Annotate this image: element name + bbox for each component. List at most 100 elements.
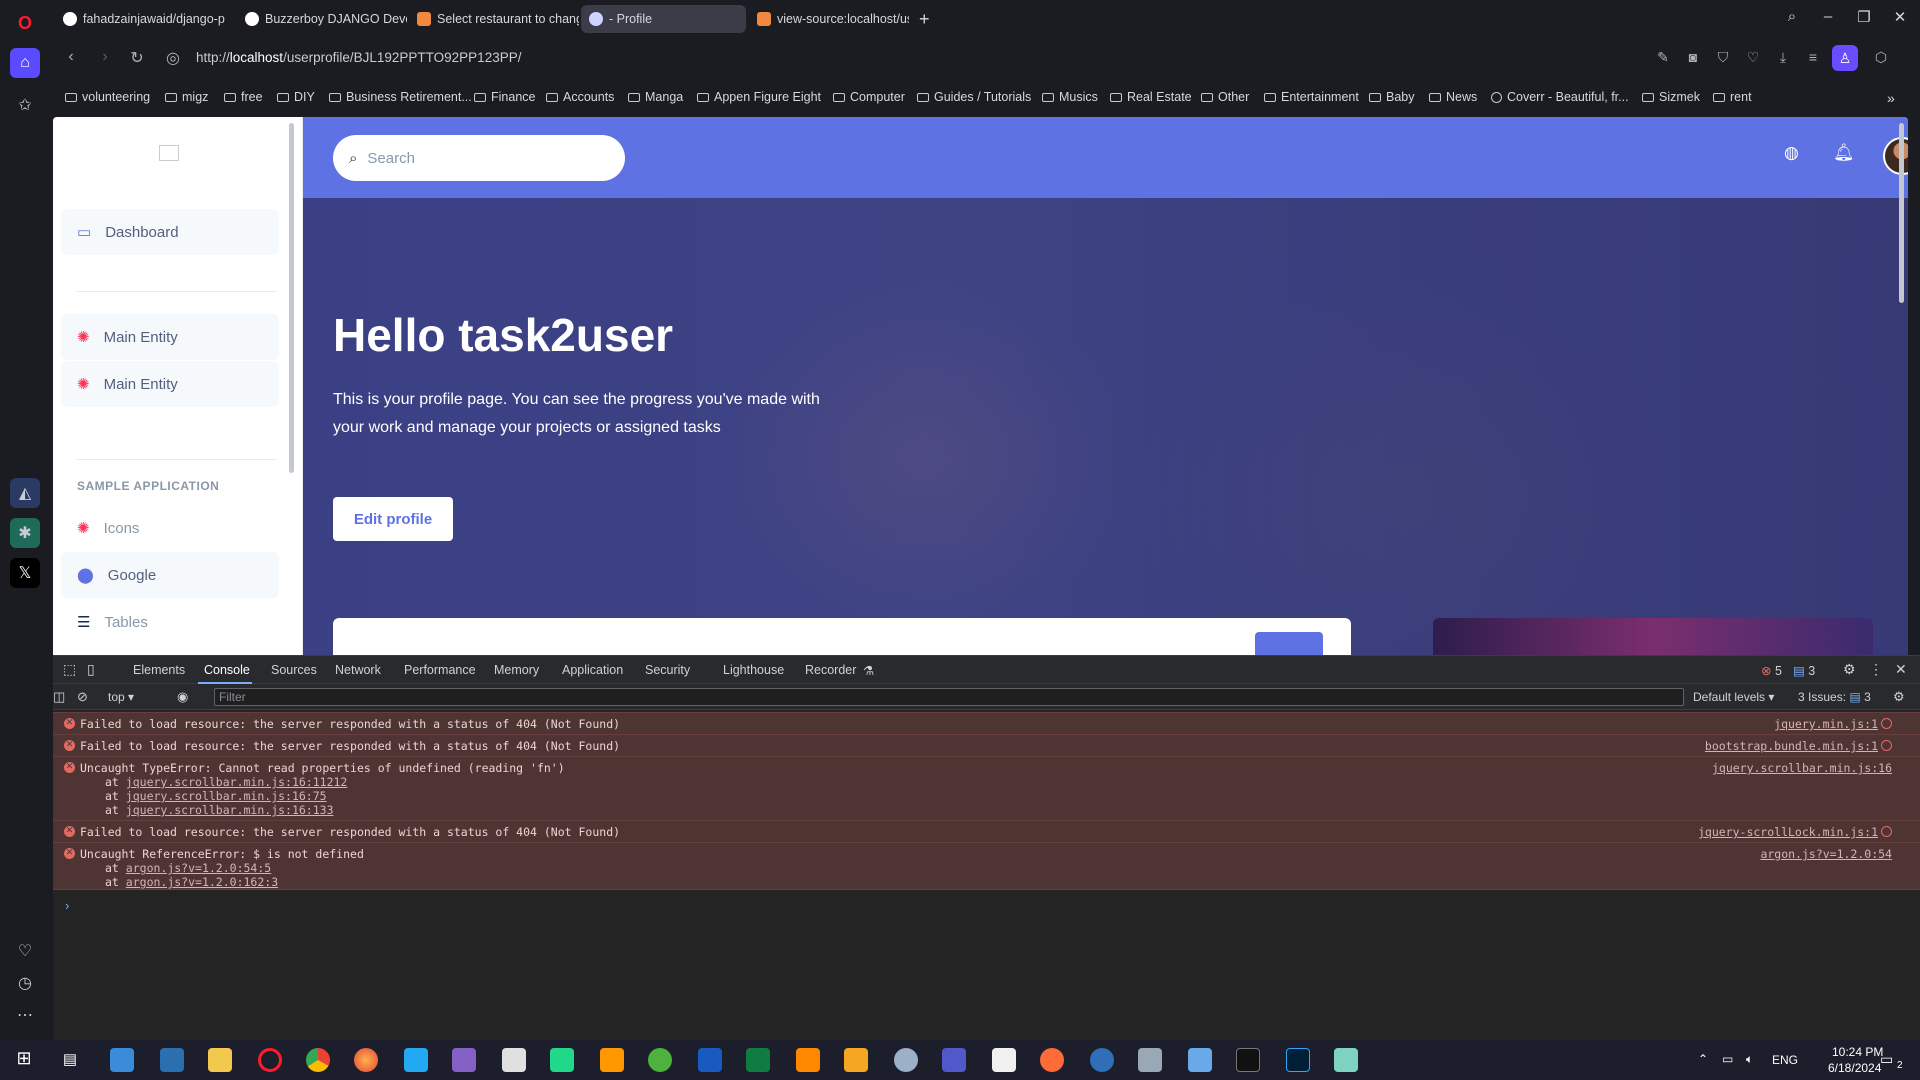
extensions-icon[interactable]: ⬡ xyxy=(1871,49,1891,66)
tab-application[interactable]: Application xyxy=(562,663,623,677)
clock-date[interactable]: 6/18/2024 xyxy=(1828,1061,1881,1075)
error-counter[interactable]: ⊗ 5 xyxy=(1761,663,1782,678)
log-levels-dropdown[interactable]: Default levels ▾ xyxy=(1693,690,1774,704)
bookmark-folder[interactable]: rent xyxy=(1713,90,1752,104)
bookmark-folder[interactable]: volunteering xyxy=(65,90,150,104)
bookmark-folder[interactable]: Guides / Tutorials xyxy=(917,90,1031,104)
page-scrollbar[interactable] xyxy=(1899,123,1904,303)
context-selector[interactable]: top ▾ xyxy=(108,690,134,704)
card-action-button[interactable] xyxy=(1255,632,1323,655)
chatgpt-icon[interactable]: ✱ xyxy=(10,518,40,548)
tab-memory[interactable]: Memory xyxy=(494,663,539,677)
word-icon[interactable] xyxy=(698,1048,722,1072)
globe-icon[interactable]: ◍ xyxy=(1784,143,1799,163)
network-icon[interactable] xyxy=(1881,740,1892,751)
firefox-icon[interactable] xyxy=(354,1048,378,1072)
stack-link[interactable]: jquery.scrollbar.min.js:16:75 xyxy=(126,789,327,803)
minimize-icon[interactable]: – xyxy=(1813,8,1843,25)
avatar[interactable] xyxy=(1883,137,1908,175)
profile-icon[interactable]: ♙ xyxy=(1832,45,1858,71)
network-tray-icon[interactable]: ▭ xyxy=(1722,1052,1733,1066)
download-icon[interactable]: ⤓ xyxy=(1773,49,1793,66)
sidebar-item-main-entity[interactable]: ✺ Main Entity xyxy=(61,314,279,360)
source-link[interactable]: jquery.scrollbar.min.js:16 xyxy=(1712,761,1892,775)
bookmark-folder[interactable]: Appen Figure Eight xyxy=(697,90,821,104)
bookmark-folder[interactable]: Finance xyxy=(474,90,535,104)
mongodb-icon[interactable] xyxy=(648,1048,672,1072)
app-icon[interactable] xyxy=(1138,1048,1162,1072)
aria-icon[interactable]: ◭ xyxy=(10,478,40,508)
tab-security[interactable]: Security xyxy=(645,663,690,677)
x-twitter-icon[interactable]: 𝕏 xyxy=(10,558,40,588)
tab-console[interactable]: Console xyxy=(204,663,250,677)
settings-icon[interactable]: ⚙ xyxy=(1843,661,1856,678)
close-devtools-icon[interactable]: ✕ xyxy=(1895,661,1907,678)
broken-logo-image[interactable] xyxy=(159,145,179,161)
opera-logo-icon[interactable]: O xyxy=(10,8,40,38)
more-icon[interactable]: ⋯ xyxy=(10,1000,40,1030)
vscode-icon[interactable] xyxy=(404,1048,428,1072)
more-bookmarks-icon[interactable]: » xyxy=(1887,90,1895,106)
sidebar-item-tables[interactable]: ☰ Tables xyxy=(61,599,279,645)
home-icon[interactable]: ⌂ xyxy=(10,48,40,78)
bookmark-folder[interactable]: News xyxy=(1429,90,1477,104)
opera-icon[interactable] xyxy=(258,1048,282,1072)
app-icon[interactable] xyxy=(160,1048,184,1072)
bookmark-folder[interactable]: migz xyxy=(165,90,208,104)
tab-elements[interactable]: Elements xyxy=(133,663,185,677)
language-indicator[interactable]: ENG xyxy=(1772,1053,1798,1067)
bookmark-folder[interactable]: Baby xyxy=(1369,90,1415,104)
tab-network[interactable]: Network xyxy=(335,663,381,677)
tab-github[interactable]: fahadzainjawaid/django-p xyxy=(55,5,235,33)
bookmark-folder[interactable]: free xyxy=(224,90,263,104)
clear-console-icon[interactable]: ⊘ xyxy=(77,689,88,705)
network-icon[interactable] xyxy=(1881,718,1892,729)
search-tabs-icon[interactable]: ⌕ xyxy=(1777,8,1807,25)
virtualbox-icon[interactable] xyxy=(1188,1048,1212,1072)
bookmark-folder[interactable]: DIY xyxy=(277,90,315,104)
postman-icon[interactable] xyxy=(1040,1048,1064,1072)
sidebar-toggle-icon[interactable]: ◫ xyxy=(53,689,65,705)
stack-link[interactable]: argon.js?v=1.2.0:162:3 xyxy=(126,875,278,889)
heart-icon[interactable]: ♡ xyxy=(10,936,40,966)
tray-overflow-icon[interactable]: ⌃ xyxy=(1698,1052,1708,1066)
source-link[interactable]: argon.js?v=1.2.0:54 xyxy=(1760,847,1892,861)
forward-icon[interactable]: › xyxy=(93,48,117,66)
app-icon[interactable] xyxy=(992,1048,1016,1072)
heart-icon[interactable]: ♡ xyxy=(1743,49,1763,66)
tab-view-source[interactable]: view-source:localhost/use xyxy=(749,5,909,33)
stack-link[interactable]: jquery.scrollbar.min.js:16:133 xyxy=(126,803,334,817)
app-icon[interactable] xyxy=(844,1048,868,1072)
bookmark-link[interactable]: Coverr - Beautiful, fr... xyxy=(1491,90,1629,104)
stack-link[interactable]: argon.js?v=1.2.0:54:5 xyxy=(126,861,271,875)
edit-profile-button[interactable]: Edit profile xyxy=(333,497,453,541)
tab-profile[interactable]: - Profile xyxy=(581,5,746,33)
app-icon[interactable] xyxy=(1090,1048,1114,1072)
bookmark-folder[interactable]: Musics xyxy=(1042,90,1098,104)
pycharm-icon[interactable] xyxy=(550,1048,574,1072)
app-icon[interactable] xyxy=(502,1048,526,1072)
visual-studio-icon[interactable] xyxy=(452,1048,476,1072)
network-icon[interactable] xyxy=(1881,826,1892,837)
sidebar-item-main-entity[interactable]: ✺ Main Entity xyxy=(61,361,279,407)
inspect-icon[interactable]: ⬚ xyxy=(63,661,76,678)
windows-start-icon[interactable]: ⊞ xyxy=(12,1048,36,1072)
console-settings-icon[interactable]: ⚙ xyxy=(1893,689,1905,705)
shield-icon[interactable]: ⛉ xyxy=(1713,49,1733,66)
device-toolbar-icon[interactable]: ▯ xyxy=(87,661,95,678)
bookmark-folder[interactable]: Other xyxy=(1201,90,1249,104)
search-input[interactable]: ⌕ Search xyxy=(333,135,625,181)
pinboard-icon[interactable]: ✩ xyxy=(10,90,40,120)
easy-setup-icon[interactable]: ≡ xyxy=(1803,49,1823,65)
excel-icon[interactable] xyxy=(746,1048,770,1072)
tab-buzzerboy[interactable]: Buzzerboy DJANGO Devel xyxy=(237,5,407,33)
source-link[interactable]: jquery-scrollLock.min.js:1 xyxy=(1698,825,1878,839)
sidebar-scrollbar[interactable] xyxy=(289,123,294,473)
bookmark-folder[interactable]: Computer xyxy=(833,90,905,104)
store-icon[interactable] xyxy=(110,1048,134,1072)
issues-button[interactable]: 3 Issues: ▤ 3 xyxy=(1798,690,1871,704)
app-icon[interactable] xyxy=(894,1048,918,1072)
reload-icon[interactable]: ↻ xyxy=(125,48,149,68)
bookmark-folder[interactable]: Entertainment xyxy=(1264,90,1359,104)
notifications-icon[interactable]: ▭ xyxy=(1880,1051,1893,1068)
